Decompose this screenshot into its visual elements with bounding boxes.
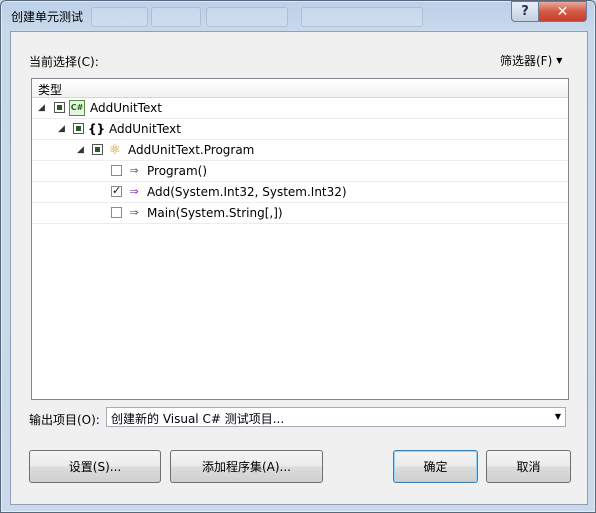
static-method-icon: ⇒ (129, 206, 139, 219)
class-checkbox[interactable] (92, 144, 103, 155)
expand-arrow-icon[interactable]: ◢ (77, 145, 84, 155)
settings-button[interactable]: 设置(S)... (29, 450, 161, 483)
background-ghost-tab (206, 7, 288, 27)
type-tree[interactable]: 类型 ◢ C# AddUnitText ◢ {} AddUnitText ◢ ⚛ (31, 78, 569, 400)
cancel-button[interactable]: 取消 (486, 450, 571, 483)
tree-row-method[interactable]: ⇒ Main(System.String[,]) (32, 203, 568, 224)
chevron-down-icon: ▼ (556, 55, 563, 65)
tree-row-method[interactable]: ⇒ Add(System.Int32, System.Int32) (32, 182, 568, 203)
filter-label: 筛选器(F) (500, 53, 553, 68)
close-button[interactable]: ✕ (538, 1, 587, 22)
method-name: Main(System.String[,]) (147, 206, 283, 220)
create-unit-tests-dialog: 创建单元测试 ? ✕ 当前选择(C): 筛选器(F) ▼ 类型 ◢ C# Add… (0, 0, 596, 513)
tree-row-method[interactable]: ⇒ Program() (32, 161, 568, 182)
help-icon: ? (521, 4, 529, 19)
output-project-label: 输出项目(O): (29, 413, 100, 427)
method-icon: ⇒ (129, 185, 139, 198)
class-icon: ⚛ (108, 142, 122, 158)
class-name: AddUnitText.Program (128, 143, 255, 157)
current-selection-label: 当前选择(C): (29, 55, 99, 69)
method-icon: ⇒ (129, 164, 139, 177)
output-project-value: 创建新的 Visual C# 测试项目... (111, 412, 285, 426)
tree-row-project[interactable]: ◢ C# AddUnitText (32, 98, 568, 119)
namespace-icon: {} (88, 122, 106, 136)
expand-arrow-icon[interactable]: ◢ (38, 103, 45, 113)
ok-button[interactable]: 确定 (393, 450, 478, 483)
project-name: AddUnitText (90, 101, 162, 115)
background-ghost-tab (151, 7, 201, 27)
namespace-checkbox[interactable] (73, 123, 84, 134)
method-checkbox[interactable] (111, 184, 122, 197)
close-icon: ✕ (556, 3, 569, 20)
method-name: Program() (147, 164, 207, 178)
title-bar[interactable]: 创建单元测试 ? ✕ (1, 1, 595, 31)
background-ghost-tab (91, 7, 148, 27)
method-checkbox[interactable] (111, 165, 122, 176)
help-button[interactable]: ? (511, 1, 539, 22)
window-title: 创建单元测试 (11, 10, 84, 24)
method-checkbox[interactable] (111, 207, 122, 218)
background-ghost-tab (301, 7, 423, 27)
namespace-name: AddUnitText (109, 122, 181, 136)
tree-column-header[interactable]: 类型 (32, 79, 568, 98)
dialog-body: 当前选择(C): 筛选器(F) ▼ 类型 ◢ C# AddUnitText ◢ … (10, 31, 588, 505)
tree-row-namespace[interactable]: ◢ {} AddUnitText (32, 119, 568, 140)
filter-button[interactable]: 筛选器(F) ▼ (500, 51, 562, 69)
add-assembly-button[interactable]: 添加程序集(A)... (170, 450, 323, 483)
tree-row-class[interactable]: ◢ ⚛ AddUnitText.Program (32, 140, 568, 161)
column-header-type: 类型 (38, 83, 63, 97)
chevron-down-icon: ▼ (554, 412, 561, 421)
output-project-dropdown[interactable]: 创建新的 Visual C# 测试项目... ▼ (106, 407, 566, 427)
method-name: Add(System.Int32, System.Int32) (147, 185, 347, 199)
csharp-project-icon: C# (69, 100, 85, 116)
expand-arrow-icon[interactable]: ◢ (58, 124, 65, 134)
project-checkbox[interactable] (54, 102, 65, 113)
